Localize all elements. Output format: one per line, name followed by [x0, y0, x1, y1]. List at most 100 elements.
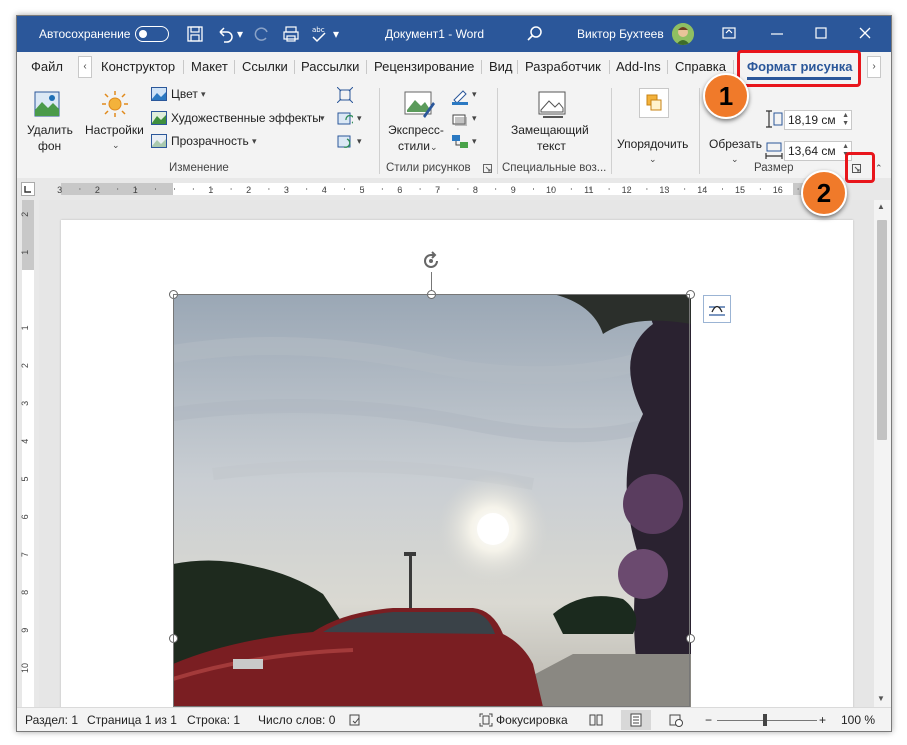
quick-styles-dropdown-icon[interactable]: ⌄: [430, 142, 438, 153]
status-focus[interactable]: Фокусировка: [496, 708, 568, 731]
tab-developer[interactable]: Разработчик: [525, 52, 601, 82]
callout-1: 1: [703, 73, 749, 119]
color-dropdown-icon[interactable]: ▾: [201, 89, 206, 100]
layout-options-icon[interactable]: [703, 295, 731, 323]
compress-pictures-icon[interactable]: [337, 87, 353, 103]
artistic-effects-icon[interactable]: [151, 111, 167, 125]
autosave-toggle[interactable]: [135, 26, 169, 42]
color-label[interactable]: Цвет: [171, 87, 198, 101]
resize-handle-tr[interactable]: [686, 290, 695, 299]
reset-picture-icon[interactable]: [337, 134, 353, 150]
svg-text:abc: abc: [312, 26, 325, 34]
zoom-slider-thumb[interactable]: [763, 714, 767, 726]
maximize-icon[interactable]: [799, 16, 843, 52]
resize-handle-tl[interactable]: [169, 290, 178, 299]
transparency-label[interactable]: Прозрачность: [171, 134, 249, 148]
status-section[interactable]: Раздел: 1: [25, 708, 78, 731]
rotate-handle-icon[interactable]: [420, 250, 442, 272]
reset-picture-dropdown-icon[interactable]: ▾: [357, 136, 362, 147]
vertical-scrollbar[interactable]: ▲ ▼: [874, 200, 891, 707]
ruler-label: 16: [773, 185, 783, 195]
shape-height-input[interactable]: 18,19 см ▲ ▼: [784, 110, 852, 130]
scroll-down-icon[interactable]: ▼: [877, 694, 885, 703]
corrections-sun-icon[interactable]: [101, 90, 129, 118]
undo-dropdown-icon[interactable]: ▾: [237, 16, 243, 52]
tab-references[interactable]: Ссылки: [242, 52, 288, 82]
quick-styles-label-1: Экспресс-: [388, 123, 444, 137]
color-icon[interactable]: [151, 87, 167, 101]
height-spinner-icon[interactable]: ▲ ▼: [842, 112, 849, 128]
user-name[interactable]: Виктор Бухтеев: [577, 16, 664, 52]
zoom-in-icon[interactable]: +: [819, 708, 826, 731]
tabs-scroll-right-icon[interactable]: ›: [867, 56, 881, 78]
tab-view[interactable]: Вид: [489, 52, 513, 82]
quick-access-more-icon[interactable]: ▾: [333, 16, 339, 52]
picture-layout-icon[interactable]: [451, 133, 469, 151]
styles-launcher-icon[interactable]: [483, 164, 492, 173]
ruler-label: 13: [659, 185, 669, 195]
document-area[interactable]: [39, 200, 874, 707]
inserted-picture[interactable]: [173, 294, 691, 707]
picture-layout-dropdown-icon[interactable]: ▾: [472, 136, 477, 147]
arrange-icon[interactable]: [639, 88, 669, 118]
ruler-label: 11: [584, 185, 593, 195]
status-line[interactable]: Строка: 1: [187, 708, 240, 731]
status-zoom[interactable]: 100 %: [841, 708, 875, 731]
zoom-out-icon[interactable]: −: [705, 708, 712, 731]
search-icon[interactable]: [525, 24, 545, 44]
vertical-ruler[interactable]: 2 1 1 2 3 4 5 6 7 8 9 10: [17, 200, 39, 710]
resize-handle-t[interactable]: [427, 290, 436, 299]
avatar[interactable]: [672, 23, 694, 45]
read-mode-icon[interactable]: [589, 713, 603, 727]
tab-design[interactable]: Конструктор: [101, 52, 175, 82]
transparency-dropdown-icon[interactable]: ▾: [252, 136, 257, 147]
artistic-effects-label[interactable]: Художественные эффекты: [171, 111, 321, 125]
change-picture-dropdown-icon[interactable]: ▾: [357, 113, 362, 124]
web-layout-icon[interactable]: [669, 713, 683, 727]
status-words[interactable]: Число слов: 0: [258, 708, 335, 731]
picture-border-dropdown-icon[interactable]: ▾: [472, 89, 477, 100]
arrange-dropdown-icon[interactable]: ⌄: [649, 154, 657, 165]
proofing-book-icon[interactable]: [348, 713, 362, 727]
picture-effects-icon[interactable]: [451, 110, 469, 128]
scroll-up-icon[interactable]: ▲: [877, 202, 885, 211]
tab-addins[interactable]: Add-Ins: [616, 52, 661, 82]
shape-width-input[interactable]: 13,64 см ▲ ▼: [784, 141, 852, 161]
status-page[interactable]: Страница 1 из 1: [87, 708, 177, 731]
horizontal-ruler[interactable]: 3211234567891011121314151617: [17, 178, 891, 200]
picture-effects-dropdown-icon[interactable]: ▾: [472, 113, 477, 124]
corrections-dropdown-icon[interactable]: ⌄: [112, 140, 120, 151]
undo-icon[interactable]: [215, 24, 235, 44]
tabs-scroll-left-icon[interactable]: ‹: [78, 56, 92, 78]
zoom-slider[interactable]: [717, 720, 817, 721]
collapse-ribbon-icon[interactable]: ⌃: [875, 163, 883, 174]
transparency-icon[interactable]: [151, 134, 167, 148]
print-preview-icon[interactable]: [281, 24, 301, 44]
minimize-icon[interactable]: [755, 16, 799, 52]
tab-review[interactable]: Рецензирование: [374, 52, 474, 82]
alt-text-icon[interactable]: [537, 90, 569, 122]
change-picture-icon[interactable]: [337, 111, 353, 127]
focus-icon[interactable]: [479, 713, 493, 727]
resize-handle-r[interactable]: [686, 634, 695, 643]
remove-background-icon[interactable]: [33, 90, 61, 118]
crop-dropdown-icon[interactable]: ⌄: [731, 154, 739, 165]
vruler-label: 1: [20, 250, 30, 255]
save-icon[interactable]: [185, 24, 205, 44]
picture-border-icon[interactable]: [451, 87, 469, 105]
close-icon[interactable]: [843, 16, 887, 52]
tab-selector-icon[interactable]: [21, 182, 35, 196]
print-layout-button[interactable]: [621, 710, 651, 730]
remove-background-label-2: фон: [38, 139, 62, 153]
artistic-effects-dropdown-icon[interactable]: ▾: [320, 113, 325, 124]
ribbon-display-options-icon[interactable]: [707, 16, 751, 52]
quick-styles-icon[interactable]: [403, 88, 437, 122]
tab-file[interactable]: Файл: [31, 52, 63, 82]
tab-mailings[interactable]: Рассылки: [301, 52, 359, 82]
scroll-thumb[interactable]: [877, 220, 887, 440]
ruler-label: 3: [57, 185, 62, 195]
resize-handle-l[interactable]: [169, 634, 178, 643]
spelling-icon[interactable]: abc: [309, 24, 329, 44]
tab-layout[interactable]: Макет: [191, 52, 228, 82]
ruler-label: 1: [208, 185, 213, 195]
